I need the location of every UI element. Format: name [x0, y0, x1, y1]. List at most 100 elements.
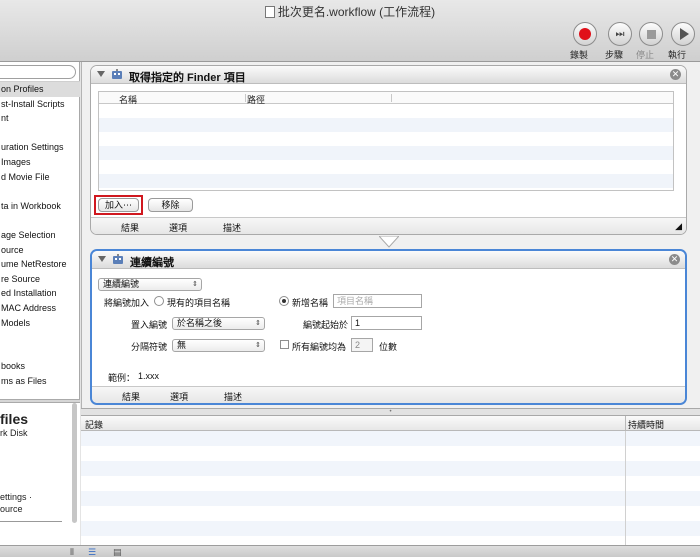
step-icon: ⏭ [615, 28, 625, 40]
list-item[interactable] [0, 184, 80, 199]
list-item[interactable]: st-Install Scripts [0, 97, 80, 112]
window-toolbar: 批次更名.workflow (工作流程) 錄製 ⏭ 步驟 停止 執行 [0, 0, 700, 62]
table-row [81, 491, 700, 506]
finder-items-table[interactable]: 名稱 路徑 [98, 91, 674, 191]
table-header: 名稱 路徑 [99, 92, 673, 106]
list-item[interactable]: ta in Workbook [0, 199, 80, 214]
table-row [99, 132, 673, 146]
digits-field[interactable]: 2 [351, 338, 373, 352]
list-item[interactable]: ource [0, 243, 80, 258]
list-view-icon[interactable]: ☰ [88, 548, 96, 557]
list-item[interactable]: re Source [0, 272, 80, 287]
existing-name-label[interactable]: 現有的項目名稱 [167, 296, 230, 309]
list-item[interactable] [0, 213, 80, 228]
automator-robot-icon [112, 69, 122, 79]
list-item[interactable]: on Profiles [0, 82, 80, 97]
table-row [81, 476, 700, 491]
log-column-header[interactable]: 記錄 [85, 418, 103, 431]
add-button[interactable]: 加入⋯ [98, 198, 139, 212]
table-row [81, 521, 700, 536]
remove-button[interactable]: 移除 [148, 198, 193, 212]
new-name-field[interactable]: 項目名稱 [333, 294, 422, 308]
digits-checkbox-label[interactable]: 所有編號均為 [292, 340, 346, 353]
table-row [81, 461, 700, 476]
description-line: rk Disk [0, 428, 28, 438]
close-icon[interactable]: ✕ [670, 69, 681, 80]
separator-popup[interactable]: 無 ⇕ [172, 339, 265, 352]
digits-checkbox[interactable] [280, 340, 289, 349]
run-button[interactable]: 執行 [668, 22, 698, 60]
list-item[interactable]: ms as Files [0, 374, 80, 389]
bottom-status-bar: ⦀ ☰ ▤ [0, 545, 700, 557]
log-header: 記錄 持續時間 [81, 416, 700, 431]
list-item[interactable]: Images [0, 155, 80, 170]
list-item[interactable]: books [0, 359, 80, 374]
list-item[interactable]: nt [0, 111, 80, 126]
options-tab[interactable]: 選項 [170, 390, 188, 403]
place-number-popup[interactable]: 於名稱之後 ⇕ [172, 317, 265, 330]
results-tab[interactable]: 結果 [121, 221, 139, 234]
table-row [99, 146, 673, 160]
list-item[interactable]: uration Settings [0, 140, 80, 155]
log-splitter[interactable]: • [81, 408, 700, 416]
list-item[interactable]: ume NetRestore [0, 257, 80, 272]
workflow-area: 取得指定的 Finder 項目 ✕ 名稱 路徑 加入⋯ 移除 結果 選項 描述 … [81, 62, 700, 408]
disclosure-triangle-icon[interactable] [97, 71, 105, 77]
list-item[interactable] [0, 330, 80, 345]
document-icon [264, 6, 275, 18]
results-tab[interactable]: 結果 [122, 390, 140, 403]
list-item[interactable]: Models [0, 316, 80, 331]
library-search-field[interactable] [0, 65, 76, 79]
automator-robot-icon [113, 254, 123, 264]
description-scrollbar[interactable] [72, 403, 77, 523]
description-line: ource [0, 504, 23, 514]
column-path-header[interactable]: 路徑 [247, 93, 265, 106]
splitter-grip-icon[interactable]: ⦀ [70, 548, 74, 557]
table-row [99, 174, 673, 188]
action-header[interactable]: 取得指定的 Finder 項目 ✕ [91, 66, 686, 84]
resize-grip-icon[interactable]: ◢ [675, 221, 682, 231]
place-number-value: 於名稱之後 [177, 318, 223, 328]
column-name-header[interactable]: 名稱 [119, 93, 137, 106]
list-item[interactable] [0, 126, 80, 141]
rename-mode-popup[interactable]: 連續編號 ⇕ [98, 278, 202, 291]
place-number-label: 置入編號 [131, 320, 168, 330]
library-sidebar: on Profiles st-Install Scripts nt uratio… [0, 62, 80, 550]
duration-column-header[interactable]: 持續時間 [628, 418, 664, 431]
popup-arrow-icon: ⇕ [255, 342, 261, 349]
start-number-field[interactable]: 1 [351, 316, 422, 330]
description-heading: files [0, 411, 29, 427]
table-row [99, 160, 673, 174]
description-tab[interactable]: 描述 [223, 221, 241, 234]
record-button[interactable]: 錄製 [570, 22, 600, 60]
list-item[interactable]: MAC Address [0, 301, 80, 316]
start-number-label: 編號起始於 [303, 320, 349, 330]
list-item[interactable]: age Selection [0, 228, 80, 243]
column-divider [625, 431, 626, 550]
list-item[interactable] [0, 345, 80, 360]
stop-icon [646, 29, 656, 39]
existing-name-radio[interactable] [154, 296, 164, 306]
window-title: 批次更名.workflow (工作流程) [277, 5, 436, 19]
example-value: 1.xxx [138, 371, 160, 381]
list-item[interactable]: ed Installation [0, 286, 80, 301]
add-number-to-label: 將編號加入 [104, 298, 150, 308]
workflow-view-icon[interactable]: ▤ [113, 548, 122, 557]
close-icon[interactable]: ✕ [669, 254, 680, 265]
record-icon [579, 28, 591, 40]
action-header[interactable]: 連續編號 ✕ [92, 251, 685, 269]
separator-value: 無 [177, 340, 187, 350]
options-tab[interactable]: 選項 [169, 221, 187, 234]
step-button[interactable]: ⏭ 步驟 [605, 22, 635, 60]
add-sequential-number-action: 連續編號 ✕ 連續編號 ⇕ 將編號加入 現有的項目名稱 新增名稱 項目名稱 置入編… [90, 249, 687, 405]
new-name-radio[interactable] [279, 296, 289, 306]
stop-button[interactable]: 停止 [636, 22, 666, 60]
new-name-label[interactable]: 新增名稱 [292, 296, 328, 309]
description-tab[interactable]: 描述 [224, 390, 242, 403]
disclosure-triangle-icon[interactable] [98, 256, 106, 262]
description-divider [0, 521, 62, 522]
popup-arrow-icon: ⇕ [255, 320, 261, 327]
stop-label: 停止 [636, 50, 655, 60]
list-item[interactable]: d Movie File [0, 170, 80, 185]
actions-list[interactable]: on Profiles st-Install Scripts nt uratio… [0, 81, 80, 399]
